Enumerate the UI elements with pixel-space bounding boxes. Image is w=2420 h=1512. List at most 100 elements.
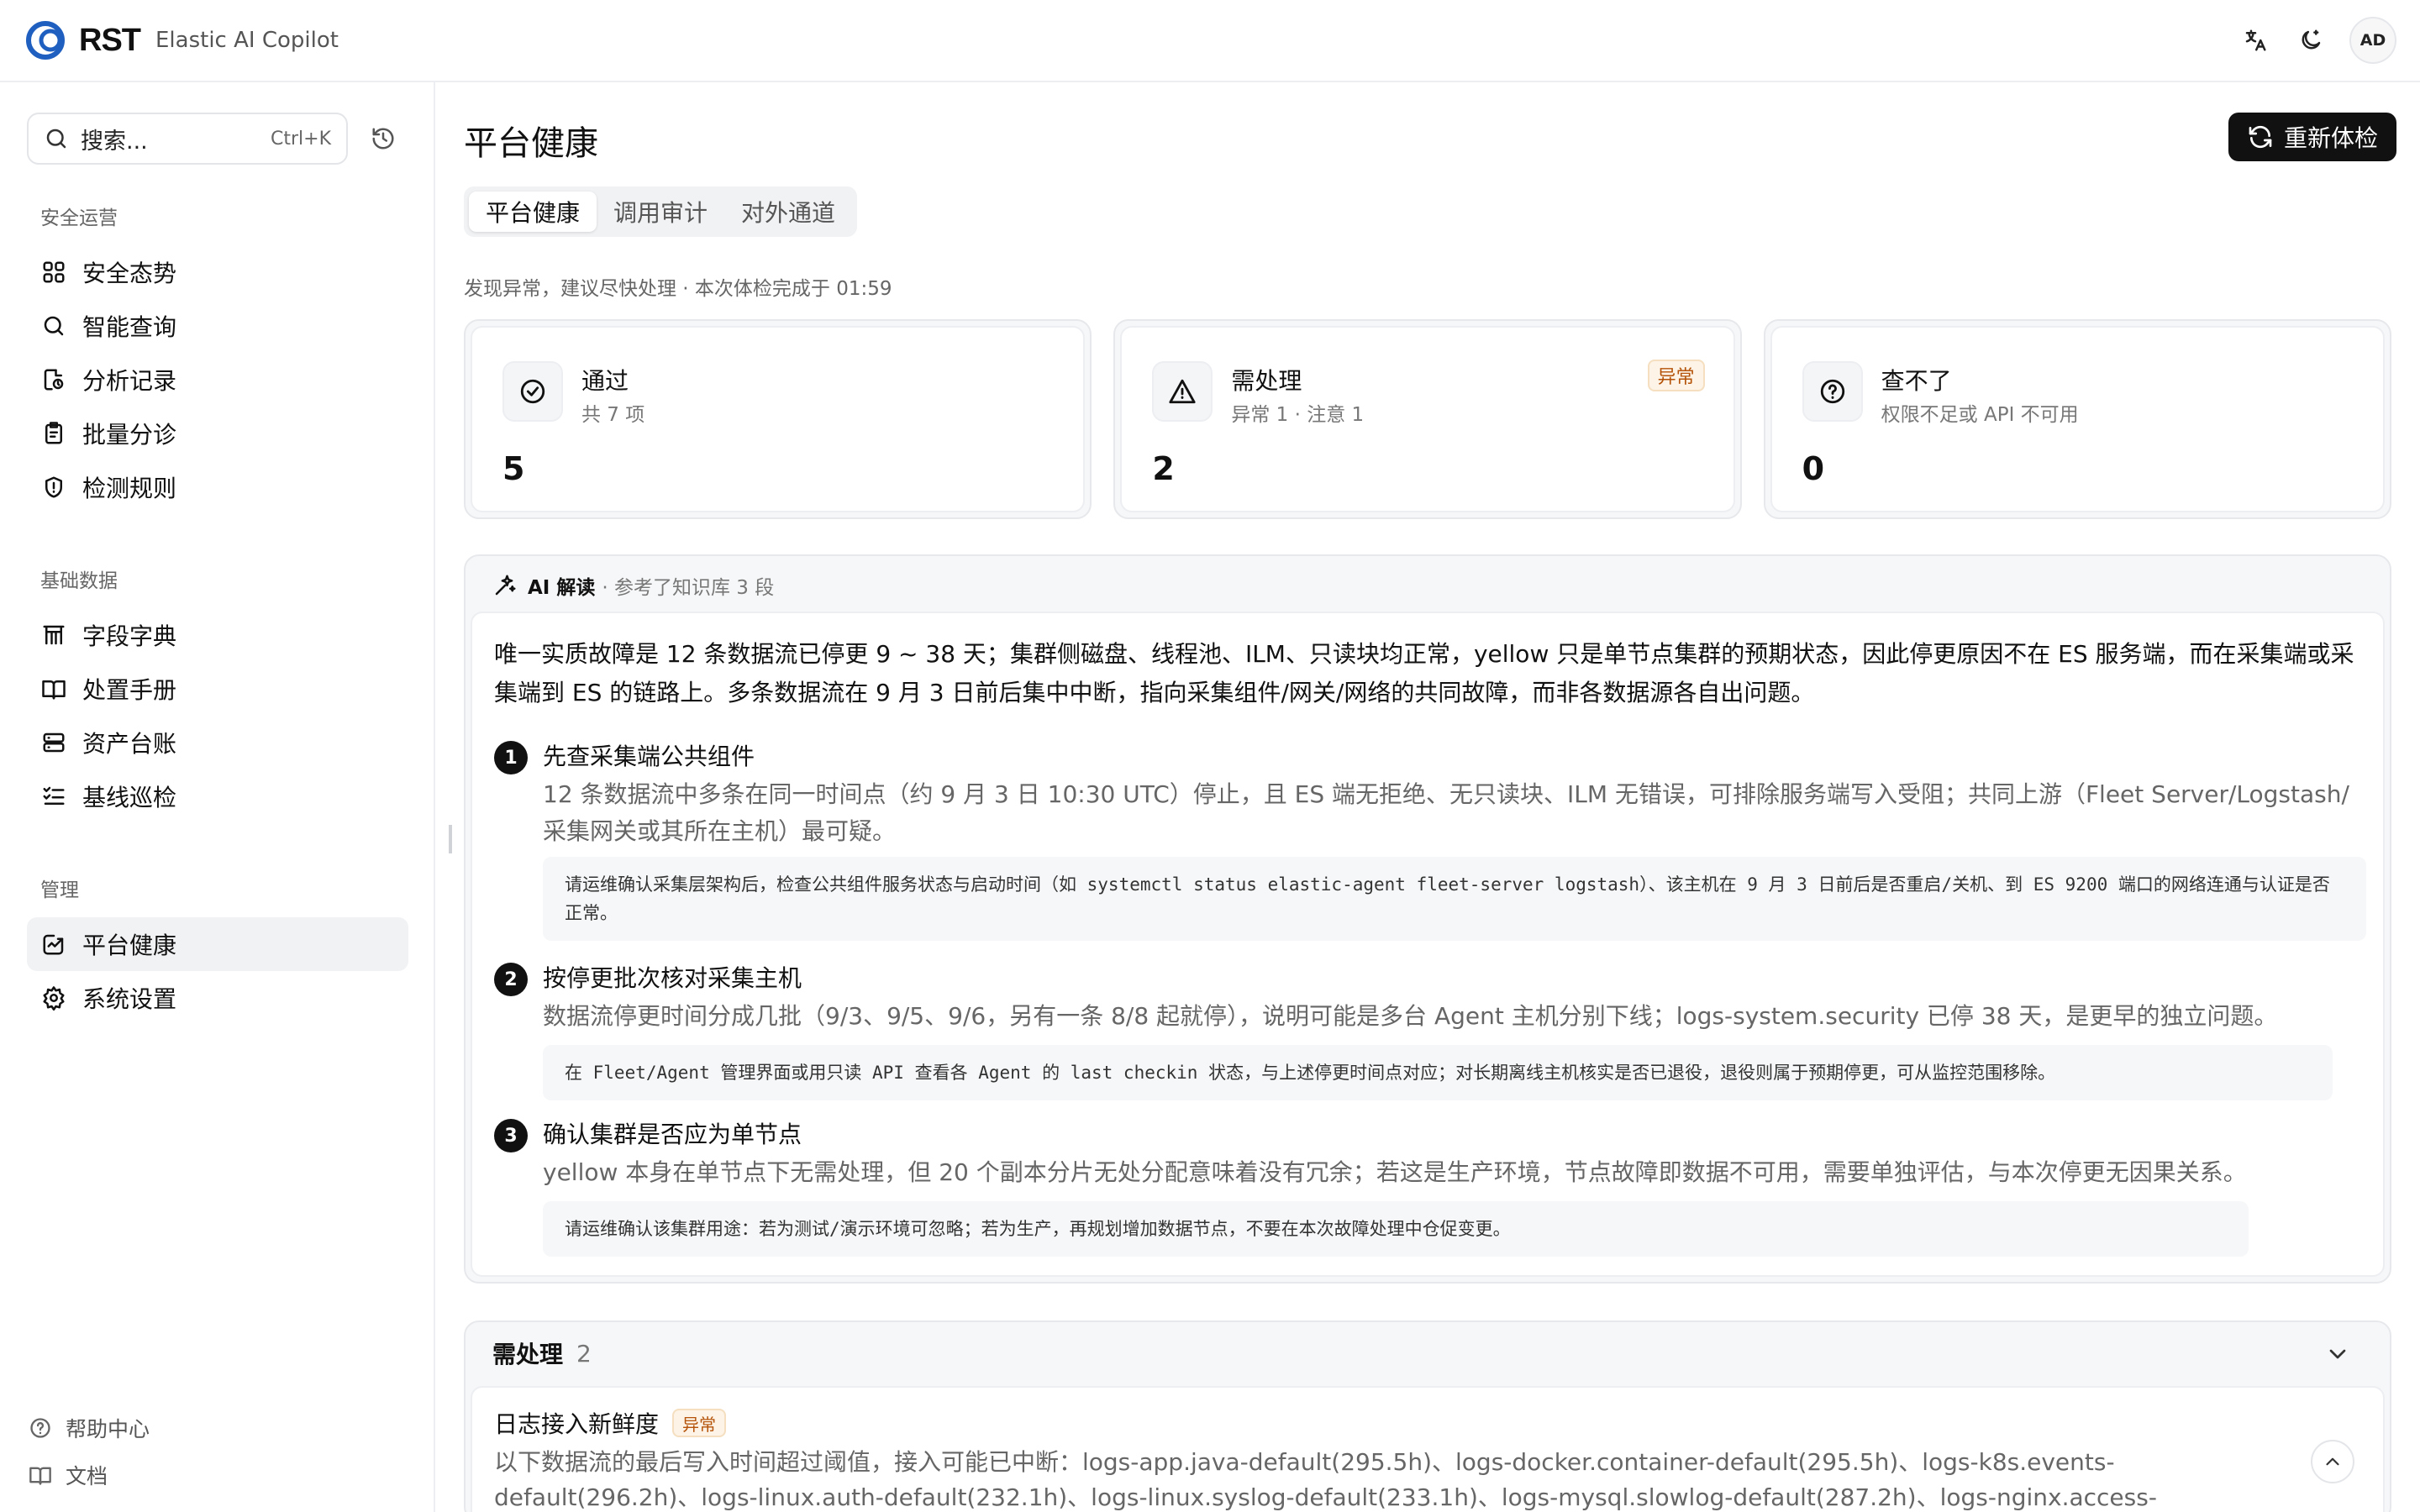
book-icon bbox=[39, 674, 69, 704]
checklist-icon bbox=[39, 781, 69, 811]
top-bar: RST Elastic AI Copilot AD bbox=[0, 0, 2420, 82]
docs-link[interactable]: 文档 bbox=[27, 1452, 279, 1499]
card-subtitle: 异常 1 · 注意 1 bbox=[1231, 404, 1365, 426]
step-description: 12 条数据流中多条在同一时间点（约 9 月 3 日 10:30 UTC）停止，… bbox=[543, 780, 2349, 845]
ai-title: AI 解读 bbox=[528, 577, 596, 599]
refresh-icon bbox=[2249, 125, 2272, 149]
sidebar-item-smart-query[interactable]: 智能查询 bbox=[27, 299, 408, 353]
app-name: Elastic AI Copilot bbox=[155, 28, 339, 53]
sidebar-item-label: 智能查询 bbox=[82, 313, 177, 341]
card-subtitle: 权限不足或 API 不可用 bbox=[1881, 404, 2079, 426]
sidebar-item-platform-health[interactable]: 平台健康 bbox=[27, 917, 408, 971]
needs-action-header[interactable]: 需处理 2 bbox=[492, 1322, 592, 1384]
card-count: 2 bbox=[1152, 450, 1175, 487]
search-icon bbox=[46, 129, 66, 149]
card-title: 通过 bbox=[581, 367, 629, 395]
check-circle-icon bbox=[502, 361, 563, 422]
sidebar-item-label: 批量分诊 bbox=[82, 421, 177, 449]
help-icon bbox=[27, 1415, 54, 1441]
sidebar-item-label: 处置手册 bbox=[82, 676, 177, 704]
help-center-link[interactable]: 帮助中心 bbox=[27, 1404, 279, 1452]
issue-description: 以下数据流的最后写入时间超过阈值，接入可能已中断：logs-app.java-d… bbox=[494, 1448, 2157, 1511]
sidebar-item-baseline-patrol[interactable]: 基线巡检 bbox=[27, 769, 408, 823]
check-status-line: 发现异常，建议尽快处理 · 本次体检完成于 01:59 bbox=[464, 278, 892, 300]
record-icon bbox=[39, 365, 69, 395]
search-icon bbox=[39, 311, 69, 341]
step-number: 3 bbox=[494, 1119, 528, 1152]
ai-reference: · 参考了知识库 3 段 bbox=[602, 577, 775, 599]
card-needs-action[interactable]: 需处理 异常 1 · 注意 1 2 异常 bbox=[1113, 319, 1742, 519]
page-title: 平台健康 bbox=[464, 124, 598, 163]
card-subtitle: 共 7 项 bbox=[581, 404, 645, 426]
sidebar-resize-handle[interactable] bbox=[449, 825, 452, 853]
sidebar-item-label: 检测规则 bbox=[82, 475, 177, 502]
issue-item: 日志接入新鲜度 异常 以下数据流的最后写入时间超过阈值，接入可能已中断：logs… bbox=[471, 1386, 2385, 1512]
ai-summary: 唯一实质故障是 12 条数据流已停更 9 ~ 38 天；集群侧磁盘、线程池、IL… bbox=[494, 640, 2354, 706]
status-badge: 异常 bbox=[672, 1409, 727, 1437]
step-description: yellow 本身在单节点下无需处理，但 20 个副本分片无处分配意味着没有冗余… bbox=[543, 1158, 2247, 1186]
recheck-label: 重新体检 bbox=[2283, 124, 2378, 152]
nav-section-title: 管理 bbox=[40, 879, 79, 901]
sidebar-item-label: 分析记录 bbox=[82, 367, 177, 395]
sidebar-item-label: 资产台账 bbox=[82, 730, 177, 758]
warning-icon bbox=[1152, 361, 1213, 422]
chevron-up-icon bbox=[2326, 1457, 2339, 1466]
search-placeholder: 搜索... bbox=[81, 128, 148, 155]
step-title: 按停更批次核对采集主机 bbox=[543, 964, 802, 992]
theme-toggle-icon[interactable] bbox=[2294, 24, 2328, 57]
needs-action-panel: 需处理 2 日志接入新鲜度 异常 以下数据流的最后写入时间超过阈值，接入可能已中… bbox=[464, 1320, 2391, 1512]
tab-bar: 平台健康 调用审计 对外通道 bbox=[464, 186, 858, 237]
search-shortcut: Ctrl+K bbox=[270, 128, 331, 150]
sidebar-item-label: 平台健康 bbox=[82, 932, 177, 959]
sidebar-item-playbook[interactable]: 处置手册 bbox=[27, 662, 408, 716]
card-unavailable[interactable]: 查不了 权限不足或 API 不可用 0 bbox=[1763, 319, 2391, 519]
card-title: 查不了 bbox=[1881, 367, 1952, 395]
status-badge: 异常 bbox=[1647, 360, 1705, 391]
tab-platform-health[interactable]: 平台健康 bbox=[469, 192, 597, 232]
sidebar-item-security-posture[interactable]: 安全态势 bbox=[27, 245, 408, 299]
health-icon bbox=[39, 929, 69, 959]
sidebar-item-batch-triage[interactable]: 批量分诊 bbox=[27, 407, 408, 460]
nav-section-title: 安全运营 bbox=[40, 207, 118, 229]
translate-icon[interactable] bbox=[2238, 24, 2272, 57]
step-number: 2 bbox=[494, 963, 528, 996]
step-description: 数据流停更时间分成几批（9/3、9/5、9/6，另有一条 8/8 起就停），说明… bbox=[543, 1002, 2278, 1030]
search-input[interactable]: 搜索... Ctrl+K bbox=[27, 113, 348, 165]
app-logo[interactable]: RST Elastic AI Copilot bbox=[24, 18, 339, 62]
tab-external-channels[interactable]: 对外通道 bbox=[724, 192, 852, 232]
collapse-button[interactable] bbox=[2311, 1440, 2354, 1483]
logo-mark-icon bbox=[26, 21, 65, 60]
step-command: 请运维确认该集群用途：若为测试/演示环境可忽略；若为生产，再规划增加数据节点，不… bbox=[543, 1201, 2249, 1257]
needs-action-count: 2 bbox=[576, 1339, 592, 1368]
nav-section-admin: 管理 平台健康 系统设置 bbox=[27, 874, 408, 1025]
tab-call-audit[interactable]: 调用审计 bbox=[597, 192, 724, 232]
side-link-label: 帮助中心 bbox=[66, 1417, 150, 1441]
nav-section-title: 基础数据 bbox=[40, 570, 118, 592]
clipboard-icon bbox=[39, 418, 69, 449]
sidebar-item-system-settings[interactable]: 系统设置 bbox=[27, 971, 408, 1025]
step-command: 请运维确认采集层架构后，检查公共组件服务状态与启动时间（如 systemctl … bbox=[543, 857, 2366, 941]
sidebar-item-analysis-records[interactable]: 分析记录 bbox=[27, 353, 408, 407]
question-icon bbox=[1802, 361, 1863, 422]
step-title: 先查采集端公共组件 bbox=[543, 743, 755, 770]
card-count: 5 bbox=[502, 450, 525, 487]
avatar[interactable]: AD bbox=[2349, 17, 2396, 64]
sidebar-item-label: 基线巡检 bbox=[82, 784, 177, 811]
needs-action-title: 需处理 bbox=[492, 1341, 564, 1368]
card-count: 0 bbox=[1802, 450, 1825, 487]
chevron-down-icon[interactable] bbox=[2324, 1341, 2351, 1368]
summary-cards: 通过 共 7 项 5 需处理 异常 1 · 注意 1 2 异常 查不了 权限不足… bbox=[464, 319, 2391, 519]
sidebar-item-field-dictionary[interactable]: 字段字典 bbox=[27, 608, 408, 662]
sidebar-item-detection-rules[interactable]: 检测规则 bbox=[27, 460, 408, 514]
history-icon[interactable] bbox=[366, 122, 400, 155]
card-passed[interactable]: 通过 共 7 项 5 bbox=[464, 319, 1092, 519]
sidebar-item-asset-ledger[interactable]: 资产台账 bbox=[27, 716, 408, 769]
sparkle-icon bbox=[495, 575, 516, 596]
step-number: 1 bbox=[494, 741, 528, 774]
table-icon bbox=[39, 620, 69, 650]
sidebar-item-label: 系统设置 bbox=[82, 985, 177, 1013]
server-icon bbox=[39, 727, 69, 758]
recheck-button[interactable]: 重新体检 bbox=[2228, 113, 2396, 161]
side-link-label: 文档 bbox=[66, 1464, 108, 1488]
sidebar-item-label: 安全态势 bbox=[82, 260, 177, 287]
